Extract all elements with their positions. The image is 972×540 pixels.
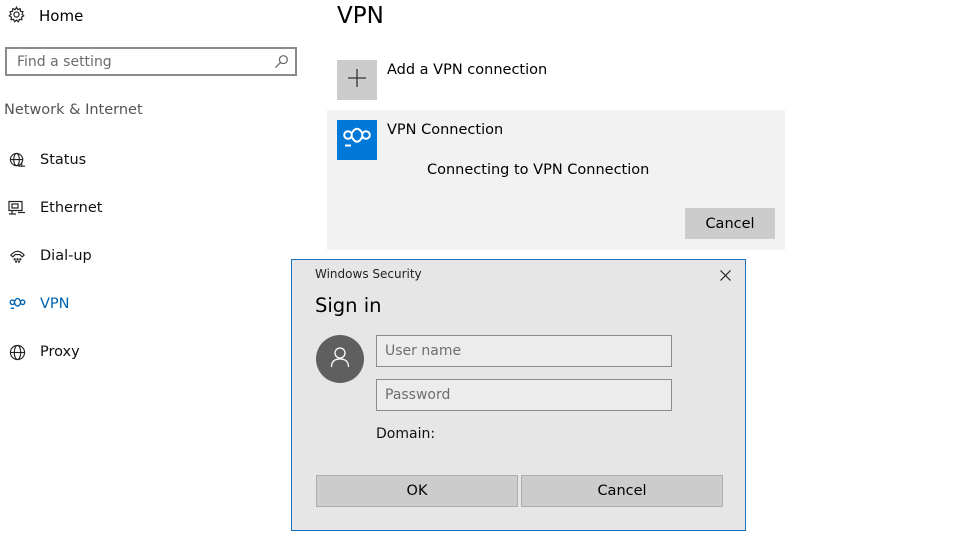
vpn-icon xyxy=(8,295,26,313)
dialog-heading: Sign in xyxy=(315,294,382,317)
ethernet-icon xyxy=(8,199,26,217)
home-link[interactable]: Home xyxy=(8,4,83,28)
sidebar-item-ethernet[interactable]: Ethernet xyxy=(8,196,102,220)
vpn-connection-status: Connecting to VPN Connection xyxy=(427,162,650,178)
cancel-button[interactable]: Cancel xyxy=(521,475,723,507)
dialog-title: Windows Security xyxy=(315,267,422,281)
close-icon xyxy=(719,266,731,285)
add-vpn-label[interactable]: Add a VPN connection xyxy=(387,62,547,78)
password-input[interactable] xyxy=(377,380,671,410)
user-icon xyxy=(330,346,350,372)
sidebar-item-vpn[interactable]: VPN xyxy=(8,292,70,316)
globe-icon xyxy=(8,343,26,361)
search-box xyxy=(5,47,297,76)
section-heading: Network & Internet xyxy=(4,102,143,118)
vpn-icon xyxy=(342,127,372,153)
sidebar-item-label: VPN xyxy=(40,296,70,312)
vpn-connection-name: VPN Connection xyxy=(387,122,504,138)
windows-security-dialog: Windows Security Sign in Domain xyxy=(291,259,746,531)
password-field xyxy=(376,379,672,411)
sidebar-item-label: Dial-up xyxy=(40,248,92,264)
cancel-connection-button[interactable]: Cancel xyxy=(685,208,775,239)
sidebar-item-label: Status xyxy=(40,152,87,168)
plus-icon xyxy=(347,68,367,92)
domain-label: Domain: xyxy=(376,426,436,442)
globe-status-icon xyxy=(8,151,26,169)
vpn-connection-tile xyxy=(337,120,377,160)
sidebar-item-label: Proxy xyxy=(40,344,80,360)
username-field xyxy=(376,335,672,367)
home-label: Home xyxy=(39,7,84,25)
close-button[interactable] xyxy=(714,266,736,284)
add-vpn-button[interactable] xyxy=(337,60,377,100)
sidebar-item-proxy[interactable]: Proxy xyxy=(8,340,80,364)
ok-button[interactable]: OK xyxy=(316,475,518,507)
page-title: VPN xyxy=(337,3,384,29)
username-input[interactable] xyxy=(377,336,671,366)
search-input[interactable] xyxy=(7,49,267,74)
search-icon[interactable] xyxy=(274,54,289,73)
sidebar-item-dial-up[interactable]: Dial-up xyxy=(8,244,92,268)
sidebar-item-status[interactable]: Status xyxy=(8,148,86,172)
gear-icon xyxy=(8,5,25,27)
dial-up-icon xyxy=(8,247,26,265)
avatar xyxy=(316,335,364,383)
sidebar-item-label: Ethernet xyxy=(40,200,103,216)
